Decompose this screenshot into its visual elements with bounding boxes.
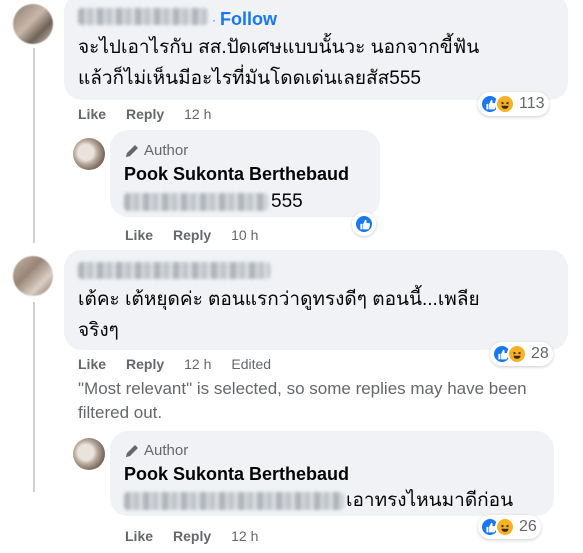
timestamp[interactable]: 10 h: [231, 227, 258, 243]
follow-button[interactable]: · Follow: [212, 9, 277, 30]
pencil-icon: [126, 144, 138, 157]
comment-actions: Like Reply 12 h: [78, 106, 211, 122]
author-avatar[interactable]: [73, 138, 105, 170]
like-button[interactable]: Like: [78, 356, 106, 372]
commenter-name-blurred[interactable]: [78, 262, 270, 279]
like-button[interactable]: Like: [125, 227, 153, 243]
comment-text: เต้คะ เต้หยุดค่ะ ตอนแรกว่าดูทรงดีๆ ตอนนี…: [78, 284, 568, 346]
filter-note: "Most relevant" is selected, so some rep…: [78, 377, 578, 425]
haha-reaction-icon: [507, 344, 527, 364]
reply-button[interactable]: Reply: [173, 227, 211, 243]
commenter-name-blurred[interactable]: [78, 8, 208, 25]
reply-bubble: Author Pook Sukonta Berthebaud เอาทรงไหน…: [110, 431, 554, 516]
reaction-summary[interactable]: 113: [478, 92, 549, 116]
reply-button[interactable]: Reply: [173, 528, 211, 544]
comment-2: เต้คะ เต้หยุดค่ะ ตอนแรกว่าดูทรงดีๆ ตอนนี…: [0, 248, 583, 378]
author-badge-label: Author: [144, 442, 189, 459]
reply-bubble: Author Pook Sukonta Berthebaud 555: [110, 130, 380, 217]
author-badge: Author: [124, 142, 188, 159]
author-avatar[interactable]: [73, 438, 105, 470]
reaction-summary[interactable]: 26: [478, 515, 541, 539]
edited-label[interactable]: Edited: [231, 356, 271, 372]
reply-button[interactable]: Reply: [126, 356, 164, 372]
comment-text: จะไปเอาไรกับ สส.ปัดเศษแบบนั้นวะ นอกจากขี…: [78, 32, 568, 94]
commenter-avatar[interactable]: [13, 4, 53, 44]
filter-note-line: "Most relevant" is selected, so some rep…: [78, 379, 527, 398]
comment-bubble: · Follow จะไปเอาไรกับ สส.ปัดเศษแบบนั้นวะ…: [64, 0, 568, 100]
reaction-summary[interactable]: 28: [490, 342, 553, 366]
haha-reaction-icon: [495, 94, 515, 114]
reply-text-suffix: เอาทรงไหนมาดีก่อน: [346, 490, 514, 511]
comment-text-line: เต้คะ เต้หยุดค่ะ ตอนแรกว่าดูทรงดีๆ ตอนนี…: [78, 289, 480, 310]
reply-actions: Like Reply 10 h: [125, 227, 258, 243]
timestamp[interactable]: 12 h: [231, 528, 258, 544]
comment-bubble: เต้คะ เต้หยุดค่ะ ตอนแรกว่าดูทรงดีๆ ตอนนี…: [64, 250, 568, 350]
haha-reaction-icon: [495, 517, 515, 537]
reply-button[interactable]: Reply: [126, 106, 164, 122]
reply-1: Author Pook Sukonta Berthebaud 555 Like …: [0, 128, 583, 248]
reply-actions: Like Reply 12 h: [125, 528, 258, 544]
like-reaction-icon: [354, 214, 374, 234]
reaction-count: 26: [519, 518, 537, 535]
comment-text-line: จะไปเอาไรกับ สส.ปัดเศษแบบนั้นวะ นอกจากขี…: [78, 37, 480, 58]
comment-1: · Follow จะไปเอาไรกับ สส.ปัดเศษแบบนั้นวะ…: [0, 0, 583, 128]
author-badge: Author: [124, 442, 188, 459]
reply-text-blurred: [124, 193, 268, 211]
reply-author-name[interactable]: Pook Sukonta Berthebaud: [124, 464, 349, 485]
commenter-avatar[interactable]: [13, 256, 53, 296]
comment-text-line: แล้วก็ไม่เห็นมีอะไรที่มันโดดเด่นเลยสัส55…: [78, 68, 421, 89]
reaction-summary[interactable]: [352, 212, 376, 236]
pencil-icon: [126, 444, 138, 457]
reply-text-blurred: [124, 492, 344, 510]
reaction-count: 113: [519, 95, 545, 112]
like-button[interactable]: Like: [78, 106, 106, 122]
timestamp[interactable]: 12 h: [184, 106, 211, 122]
reply-text-suffix: 555: [271, 191, 303, 212]
reaction-count: 28: [531, 345, 549, 362]
author-badge-label: Author: [144, 142, 189, 159]
like-button[interactable]: Like: [125, 528, 153, 544]
reply-author-name[interactable]: Pook Sukonta Berthebaud: [124, 164, 349, 185]
comment-actions: Like Reply 12 h Edited: [78, 356, 271, 372]
follow-label: Follow: [220, 9, 277, 29]
comment-text-line: จริงๆ: [78, 320, 119, 341]
dot-separator: ·: [212, 12, 216, 27]
reply-2: Author Pook Sukonta Berthebaud เอาทรงไหน…: [0, 430, 583, 553]
filter-note-line: filtered out.: [78, 403, 163, 422]
timestamp[interactable]: 12 h: [184, 356, 211, 372]
